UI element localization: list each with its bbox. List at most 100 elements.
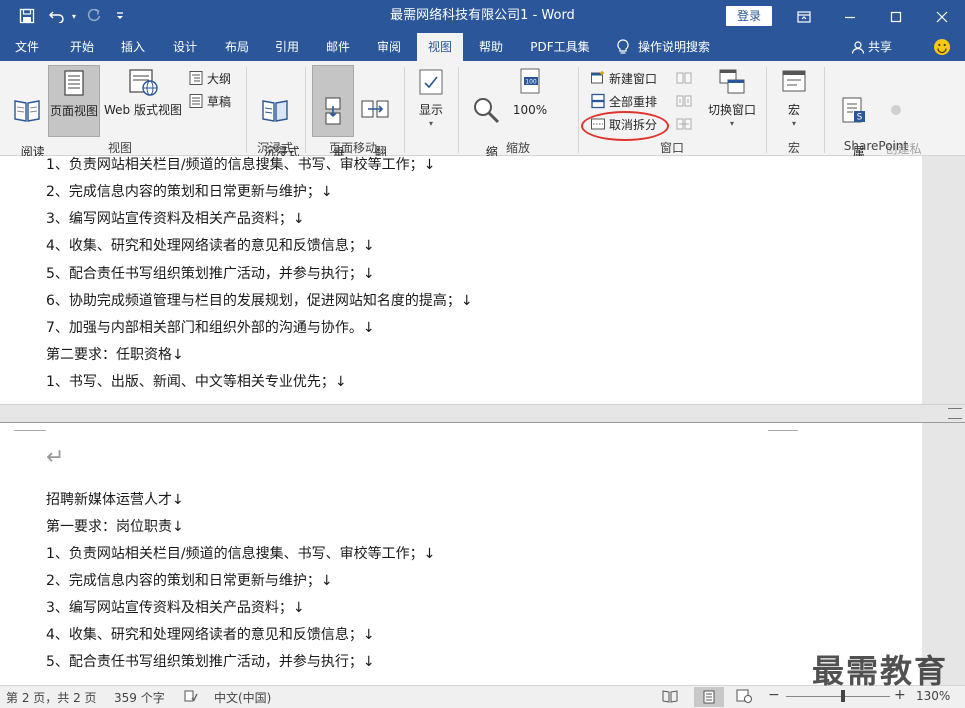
paragraph: 4、收集、研究和处理网络读者的意见和反馈信息；↓ [46,238,375,254]
draft-button[interactable]: 草稿 [188,91,231,111]
group-divider [458,67,459,153]
zoom-slider[interactable] [786,690,890,702]
share-button[interactable]: 共享 [868,33,900,61]
show-icon [412,67,450,100]
view-group-label: 视图 [107,141,132,155]
switch-windows-button[interactable]: 切换窗口 ▾ [704,67,760,131]
ribbon-tab-bar: 文件 开始 插入 设计 布局 引用 邮件 审阅 视图 帮助 PDF工具集 操作说… [0,33,965,61]
show-button[interactable]: 显示 ▾ [412,67,450,131]
page-corner-mark [14,423,46,431]
immersive-reader-icon [252,95,298,128]
print-layout-status-icon[interactable] [694,687,724,707]
paragraph: 2、完成信息内容的策划和日常更新与维护；↓ [46,184,333,200]
paragraph: 3、编写网站宣传资料及相关产品资料；↓ [46,211,305,227]
paragraph: 2、完成信息内容的策划和日常更新与维护；↓ [46,573,333,589]
arrange-all-button[interactable]: 全部重排 [590,91,657,111]
page-move-group-label: 页面移动 [328,141,377,155]
paragraph: 3、编写网站宣传资料及相关产品资料；↓ [46,600,305,616]
word-window: ▾ 最需网络科技有限公司1 - Word 登录 文件 开始 插入 设计 布局 引… [0,0,965,708]
undo-dropdown-icon[interactable]: ▾ [69,5,79,27]
split-bar[interactable] [0,404,965,423]
private-copy-icon [874,95,918,125]
paragraph: 6、协助完成频道管理与栏目的发展规划，促进网站知名度的提高；↓ [46,293,473,309]
paragraph: 1、书写、出版、新闻、中文等相关专业优先；↓ [46,374,347,390]
undo-icon[interactable] [46,5,68,27]
side-by-side-icon[interactable] [676,68,692,88]
tab-design[interactable]: 设计 [162,33,208,61]
document-pane-bottom[interactable]: ↵ 招聘新媒体运营人才↓ 第一要求：岗位职责↓ 1、负责网站相关栏目/频道的信息… [0,423,922,685]
new-window-button[interactable]: 新建窗口 [590,68,657,88]
zoom-100-button[interactable]: 100 100% [510,67,550,117]
paragraph: 7、加强与内部相关部门和组织外部的沟通与协作。↓ [46,320,375,336]
page-count[interactable]: 第 2 页，共 2 页 [6,689,97,706]
customize-toolbar-icon[interactable] [113,5,127,27]
group-divider [766,67,767,153]
read-mode-icon [6,95,48,128]
zoom-group-label: 缩放 [505,141,530,155]
paragraph: 招聘新媒体运营人才↓ [46,492,184,508]
draft-icon [189,94,203,108]
web-layout-icon [102,67,184,100]
highlight-ellipse [581,111,669,141]
page-corner-mark [768,423,798,431]
switch-windows-label: 切换窗口 [707,103,756,117]
paragraph: 4、收集、研究和处理网络读者的意见和反馈信息；↓ [46,627,375,643]
tab-pdf-tools[interactable]: PDF工具集 [524,33,596,61]
paragraph: 5、配合责任书写组织策划推广活动，并参与执行；↓ [46,654,375,670]
smiley-icon[interactable] [932,33,952,61]
ribbon-display-icon[interactable] [781,0,827,33]
paragraph: 第一要求：岗位职责↓ [46,519,184,535]
tab-references[interactable]: 引用 [264,33,310,61]
ribbon: 阅读 视图 页面视图 Web 版式视图 大纲 草稿 视图 沉浸式 阅读器 沉浸式… [0,61,965,174]
group-divider [305,67,306,153]
minimize-icon[interactable] [827,0,873,33]
document-pane-top[interactable]: 1、负责网站相关栏目/频道的信息搜集、书写、审校等工作；↓ 2、完成信息内容的策… [0,156,922,404]
tab-file[interactable]: 文件 [4,33,50,61]
proofing-icon[interactable] [184,689,198,706]
zoom-100-label: 100% [512,103,548,117]
properties-icon: S [834,95,872,128]
tell-me-search[interactable]: 操作说明搜索 [638,33,722,61]
user-icon [850,33,866,61]
vertical-button[interactable]: 垂 直 [312,65,354,174]
web-layout-button[interactable]: Web 版式视图 [102,67,184,117]
tab-mailings[interactable]: 邮件 [315,33,361,61]
outline-label: 大纲 [207,71,232,86]
paragraph: 1、负责网站相关栏目/频道的信息搜集、书写、审校等工作；↓ [46,157,436,173]
svg-text:100: 100 [525,79,537,86]
scrollbar-top[interactable] [922,156,965,404]
outline-icon [189,71,203,85]
web-layout-status-icon[interactable] [736,689,752,706]
tab-review[interactable]: 审阅 [366,33,412,61]
watermark: 最需教育 [812,652,949,690]
tab-layout[interactable]: 布局 [214,33,260,61]
tab-insert[interactable]: 插入 [110,33,156,61]
word-count[interactable]: 359 个字 [114,689,165,706]
outline-button[interactable]: 大纲 [188,68,231,88]
paragraph: 第二要求：任职资格↓ [46,347,184,363]
close-icon[interactable] [919,0,965,33]
tab-help[interactable]: 帮助 [468,33,514,61]
zoom-out-icon[interactable]: − [768,687,780,703]
tab-home[interactable]: 开始 [58,33,106,61]
split-handle-icon[interactable] [948,408,962,419]
maximize-icon[interactable] [873,0,919,33]
reset-position-icon[interactable] [676,114,692,134]
print-layout-button[interactable]: 页面视图 [48,65,100,137]
language[interactable]: 中文(中国) [214,689,271,706]
empty-paragraph-mark: ↵ [46,445,65,470]
side-to-side-icon [357,95,393,128]
macros-button[interactable]: 宏 ▾ [774,67,814,131]
new-window-icon [591,71,604,84]
login-button[interactable]: 登录 [726,6,772,26]
read-mode-status-icon[interactable] [662,689,678,706]
tab-view[interactable]: 视图 [417,33,463,61]
macros-dropdown-icon: ▾ [791,119,796,128]
group-divider [404,67,405,153]
redo-icon[interactable] [84,5,104,27]
macros-icon [774,67,814,100]
sync-scroll-icon[interactable] [676,91,692,111]
magnifier-icon [466,95,506,128]
save-icon[interactable] [14,5,40,27]
group-divider [824,67,825,153]
